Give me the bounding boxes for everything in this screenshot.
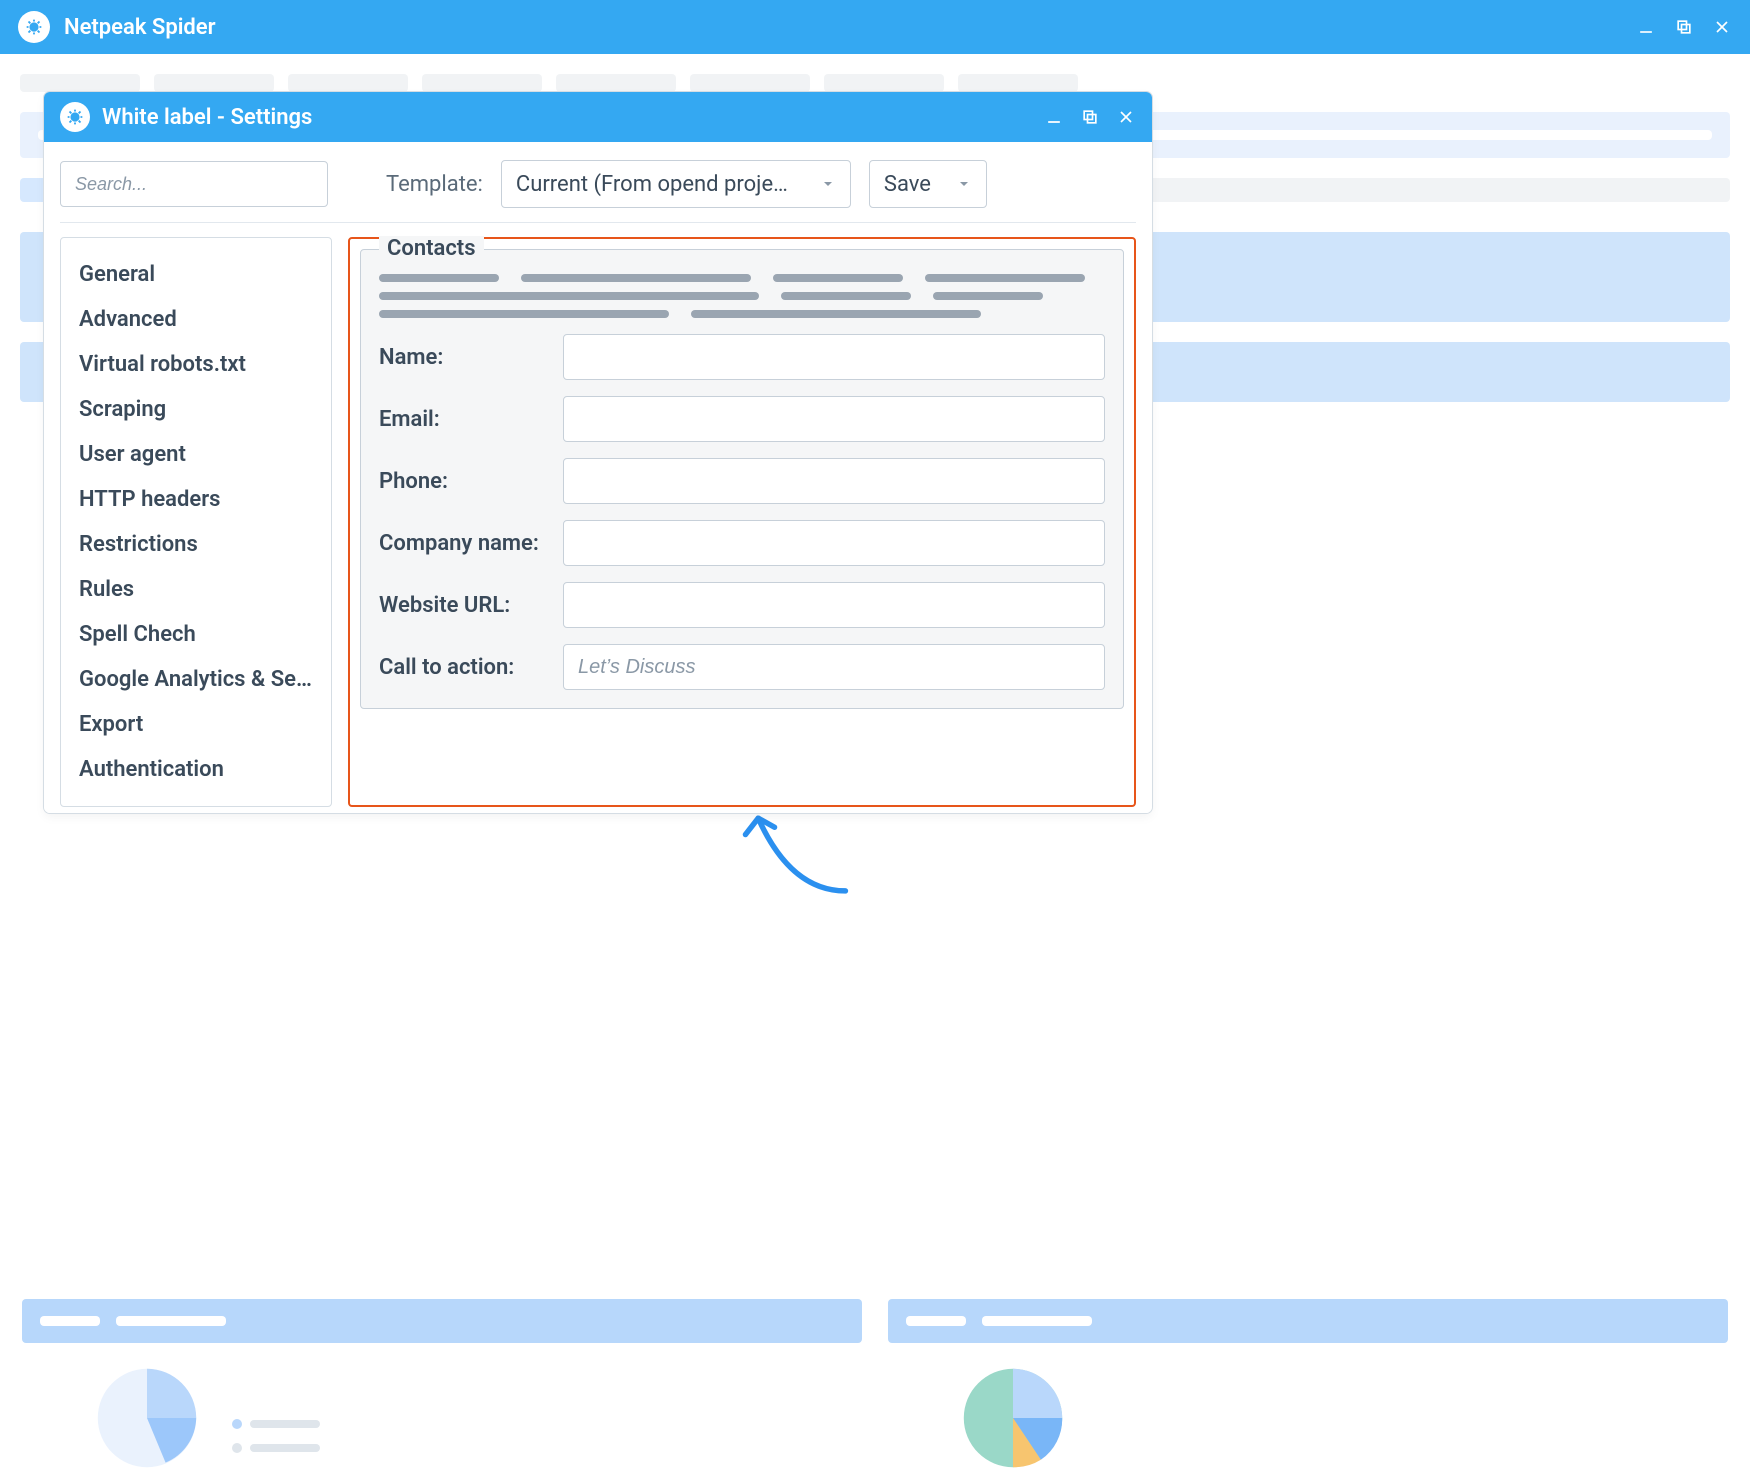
- modal-minimize-button[interactable]: [1044, 107, 1064, 127]
- sidebar-item-authentication[interactable]: Authentication: [61, 747, 331, 792]
- app-logo-icon: [18, 11, 50, 43]
- search-input[interactable]: [60, 161, 328, 207]
- website-input[interactable]: [563, 582, 1105, 628]
- template-value: Current (From opend proje…: [516, 172, 788, 197]
- name-input[interactable]: [563, 334, 1105, 380]
- description-placeholder: [379, 274, 1105, 318]
- company-label: Company name:: [379, 531, 563, 556]
- modal-close-button[interactable]: [1116, 107, 1136, 127]
- website-label: Website URL:: [379, 593, 563, 618]
- sidebar-item-user-agent[interactable]: User agent: [61, 432, 331, 477]
- close-button[interactable]: [1712, 17, 1732, 37]
- settings-sidebar: General Advanced Virtual robots.txt Scra…: [60, 237, 332, 807]
- template-dropdown[interactable]: Current (From opend proje…: [501, 160, 851, 208]
- modal-titlebar: White label - Settings: [44, 92, 1152, 142]
- modal-maximize-button[interactable]: [1080, 107, 1100, 127]
- email-label: Email:: [379, 407, 563, 432]
- contacts-legend: Contacts: [379, 236, 484, 261]
- save-dropdown[interactable]: Save: [869, 160, 987, 208]
- sidebar-item-export[interactable]: Export: [61, 702, 331, 747]
- phone-label: Phone:: [379, 469, 563, 494]
- contacts-fieldset: Contacts Name: Email:: [360, 249, 1124, 709]
- phone-input[interactable]: [563, 458, 1105, 504]
- sidebar-item-advanced[interactable]: Advanced: [61, 297, 331, 342]
- name-label: Name:: [379, 345, 563, 370]
- company-input[interactable]: [563, 520, 1105, 566]
- bg-card-right: [888, 1299, 1728, 1483]
- annotation-arrow-icon: [730, 800, 870, 900]
- settings-modal: White label - Settings Template: Current…: [44, 92, 1152, 813]
- sidebar-item-rules[interactable]: Rules: [61, 567, 331, 612]
- sidebar-item-scraping[interactable]: Scraping: [61, 387, 331, 432]
- chevron-down-icon: [820, 176, 836, 192]
- sidebar-item-restrictions[interactable]: Restrictions: [61, 522, 331, 567]
- sidebar-item-http-headers[interactable]: HTTP headers: [61, 477, 331, 522]
- modal-title: White label - Settings: [102, 105, 312, 130]
- cta-input[interactable]: [563, 644, 1105, 690]
- minimize-button[interactable]: [1636, 17, 1656, 37]
- maximize-button[interactable]: [1674, 17, 1694, 37]
- modal-logo-icon: [60, 102, 90, 132]
- sidebar-item-spell-check[interactable]: Spell Chech: [61, 612, 331, 657]
- bg-card-left: [22, 1299, 862, 1483]
- sidebar-item-virtual-robots[interactable]: Virtual robots.txt: [61, 342, 331, 387]
- main-titlebar: Netpeak Spider: [0, 0, 1750, 54]
- sidebar-item-general[interactable]: General: [61, 252, 331, 297]
- save-label: Save: [884, 172, 931, 197]
- sidebar-item-google-analytics[interactable]: Google Analytics & Se...: [61, 657, 331, 702]
- email-input[interactable]: [563, 396, 1105, 442]
- chevron-down-icon: [956, 176, 972, 192]
- contacts-panel-highlight: Contacts Name: Email:: [348, 237, 1136, 807]
- template-label: Template:: [386, 172, 483, 197]
- cta-label: Call to action:: [379, 655, 563, 680]
- app-title: Netpeak Spider: [64, 15, 216, 40]
